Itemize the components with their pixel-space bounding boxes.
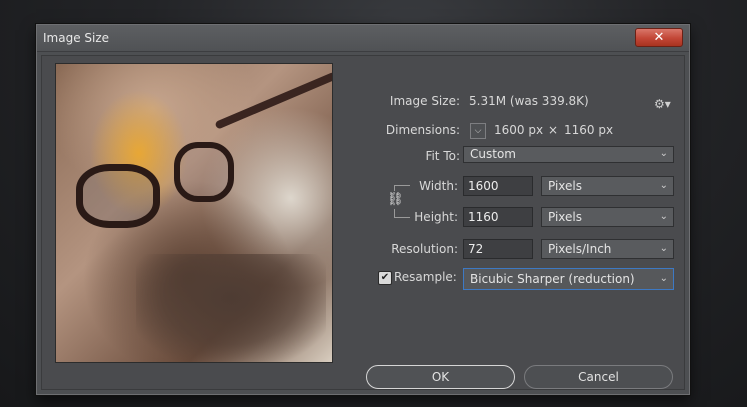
- resample-checkbox[interactable]: ✔: [378, 271, 392, 285]
- resolution-unit-select[interactable]: Pixels/Inch ⌄: [541, 239, 674, 259]
- chevron-down-icon: ⌄: [659, 180, 668, 191]
- dimensions-times: ×: [548, 123, 559, 137]
- width-unit-value: Pixels: [548, 179, 583, 193]
- chevron-down-icon: ⌄: [659, 148, 668, 159]
- height-input[interactable]: 1160: [463, 207, 533, 227]
- gear-icon[interactable]: ⚙▾: [654, 97, 671, 111]
- cancel-button-label: Cancel: [578, 370, 619, 384]
- chevron-down-icon: ⌵: [474, 126, 482, 136]
- height-value: 1160: [468, 210, 499, 224]
- resolution-label: Resolution:: [391, 242, 458, 256]
- ok-button-label: OK: [431, 370, 450, 384]
- preview-beard-shading: [136, 254, 326, 362]
- dialog-client-area: Image Size: 5.31M (was 339.8K) ⚙▾ Dimens…: [41, 55, 685, 390]
- close-icon: ✕: [653, 30, 665, 45]
- dialog-title: Image Size: [43, 31, 110, 45]
- constrain-proportions-glyph: ⛓: [387, 192, 404, 207]
- resample-method-value: Bicubic Sharper (reduction): [470, 272, 635, 286]
- dimensions-toggle[interactable]: ⌵: [470, 123, 486, 139]
- height-label: Height:: [414, 210, 458, 224]
- ok-button[interactable]: OK: [366, 365, 515, 389]
- chevron-down-icon: ⌄: [659, 243, 668, 254]
- title-bar[interactable]: Image Size ✕: [37, 25, 689, 52]
- width-unit-select[interactable]: Pixels ⌄: [541, 176, 674, 196]
- cancel-button[interactable]: Cancel: [524, 365, 673, 389]
- image-size-label: Image Size:: [389, 94, 460, 108]
- resolution-value: 72: [468, 242, 484, 256]
- dimensions-label: Dimensions:: [385, 123, 460, 137]
- checkmark-icon: ✔: [380, 272, 390, 283]
- resample-method-select[interactable]: Bicubic Sharper (reduction) ⌄: [463, 268, 674, 290]
- preview-glasses-temple: [214, 71, 332, 130]
- resolution-input[interactable]: 72: [463, 239, 533, 259]
- image-size-dialog: Image Size ✕ Image Size: 5.31M (was 339.…: [36, 24, 690, 395]
- height-unit-value: Pixels: [548, 210, 583, 224]
- close-button[interactable]: ✕: [635, 28, 683, 47]
- width-input[interactable]: 1600: [463, 176, 533, 196]
- width-label: Width:: [419, 179, 458, 193]
- resolution-unit-value: Pixels/Inch: [548, 242, 612, 256]
- image-size-value: 5.31M (was 339.8K): [469, 94, 589, 108]
- preview-glasses-lens-right: [174, 142, 234, 202]
- chevron-down-icon: ⌄: [659, 211, 668, 222]
- preview-glasses-lens-left: [76, 164, 160, 228]
- width-value: 1600: [468, 179, 499, 193]
- dimensions-width: 1600 px: [494, 123, 544, 137]
- fit-to-value: Custom: [470, 147, 516, 161]
- fit-to-select[interactable]: Custom ⌄: [463, 146, 674, 163]
- resample-label: Resample:: [394, 270, 457, 284]
- fit-to-label: Fit To:: [425, 149, 460, 163]
- constrain-bracket-top: [394, 185, 410, 186]
- chevron-down-icon: ⌄: [659, 273, 668, 284]
- height-unit-select[interactable]: Pixels ⌄: [541, 207, 674, 227]
- link-chain-icon[interactable]: ⛓: [387, 191, 404, 209]
- image-preview[interactable]: [55, 63, 333, 363]
- dimensions-height: 1160 px: [564, 123, 614, 137]
